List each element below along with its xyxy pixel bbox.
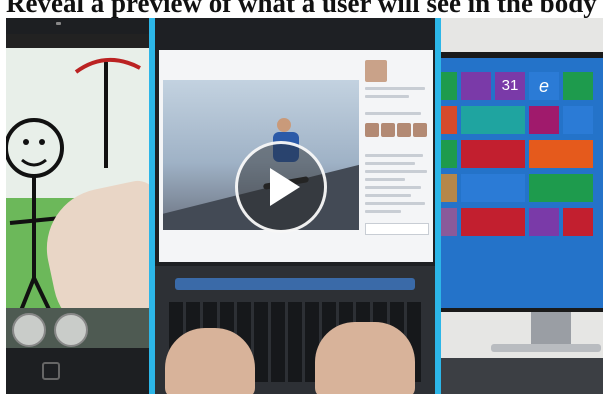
avatar (413, 123, 427, 137)
desk-keyboard (441, 358, 603, 394)
text-line (365, 186, 421, 189)
tile (461, 72, 491, 100)
cloud-tile-icon (563, 106, 593, 134)
tile (441, 72, 457, 100)
typing-hands (165, 318, 425, 394)
messaging-tile-icon (529, 106, 559, 134)
friend-avatars (365, 123, 431, 142)
camera-tile-icon (563, 208, 593, 236)
text-line (365, 112, 421, 115)
text-line (365, 162, 415, 165)
play-button[interactable] (235, 141, 327, 233)
tile (441, 140, 457, 168)
monitor-base (491, 344, 601, 352)
laptop-accent-strip (175, 278, 415, 290)
tablet-control-button (12, 313, 46, 347)
page-caption: Reveal a preview of what a user will see… (6, 0, 597, 18)
text-line (365, 87, 425, 90)
tile (529, 174, 593, 202)
avatar (381, 123, 395, 137)
tile (441, 174, 457, 202)
tile (441, 106, 457, 134)
skater-head (277, 118, 291, 132)
text-line (365, 210, 401, 213)
tablet-screen (6, 48, 149, 348)
start-screen: 31 e (441, 58, 603, 308)
games-tile-icon (529, 208, 559, 236)
text-line (365, 194, 411, 197)
text-line (365, 154, 423, 157)
social-sidebar (365, 60, 431, 250)
music-tile-icon (529, 140, 593, 168)
video-tile-icon (461, 140, 525, 168)
windows-home-icon (42, 362, 60, 380)
right-hand (315, 322, 415, 394)
desktop-panel: 31 e (441, 18, 603, 394)
avatar (365, 123, 379, 137)
store-tile-icon (563, 72, 593, 100)
comment-input (365, 223, 429, 235)
tablet-camera (56, 22, 61, 25)
tablet-control-button (54, 313, 88, 347)
desktop-tile-icon (461, 106, 525, 134)
text-line (365, 95, 409, 98)
text-line (365, 178, 405, 181)
tile (461, 208, 525, 236)
weather-tile (461, 174, 525, 202)
left-hand (165, 328, 255, 394)
video-player[interactable]: 31 e (6, 18, 603, 394)
tablet-panel (6, 18, 149, 394)
text-line (365, 202, 425, 205)
calendar-tile: 31 (495, 72, 525, 100)
monitor-stand (531, 312, 571, 346)
profile-avatar (365, 60, 387, 82)
browser-tile-icon: e (529, 72, 559, 100)
avatar (397, 123, 411, 137)
text-line (365, 170, 427, 173)
play-triangle-icon (270, 168, 300, 206)
tablet-bezel (6, 34, 149, 48)
tile (441, 208, 457, 236)
